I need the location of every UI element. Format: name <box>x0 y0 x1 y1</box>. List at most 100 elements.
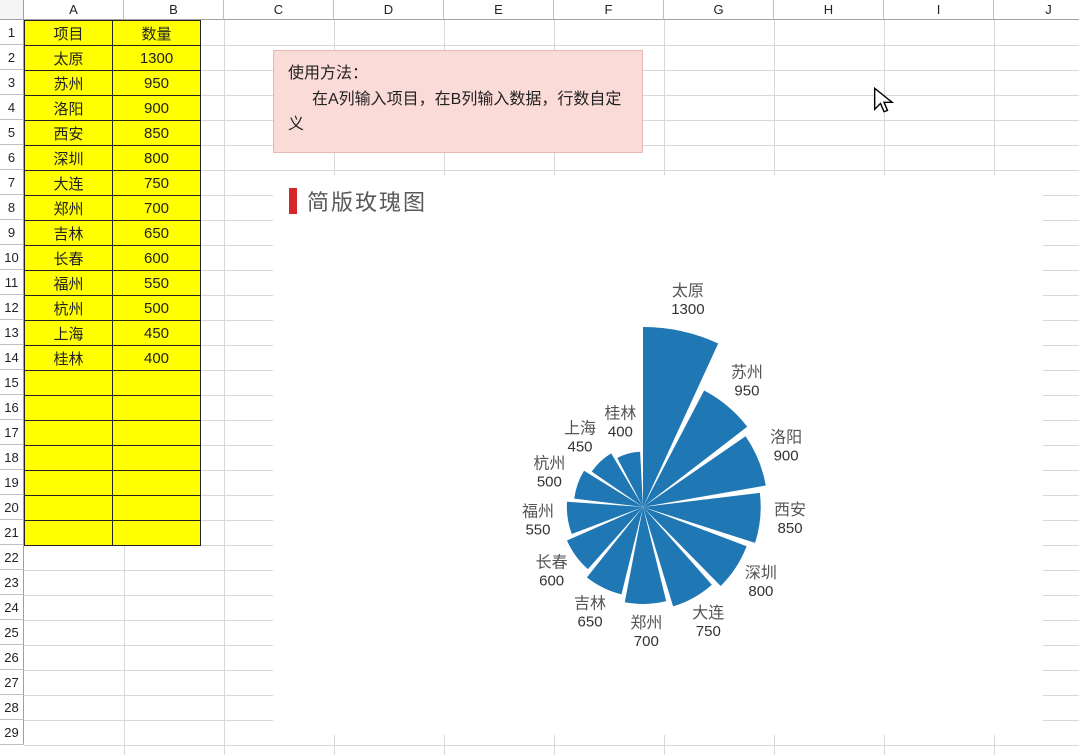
cell-name[interactable]: 长春 <box>25 246 113 271</box>
row-header-28[interactable]: 28 <box>0 695 24 720</box>
cell-value[interactable]: 450 <box>113 321 201 346</box>
col-header-F[interactable]: F <box>554 0 664 20</box>
row-header-9[interactable]: 9 <box>0 220 24 245</box>
cell-empty[interactable] <box>25 521 113 546</box>
row-header-23[interactable]: 23 <box>0 570 24 595</box>
cell-value[interactable]: 800 <box>113 146 201 171</box>
col-header-G[interactable]: G <box>664 0 774 20</box>
row-header-14[interactable]: 14 <box>0 345 24 370</box>
col-header-B[interactable]: B <box>124 0 224 20</box>
col-header-I[interactable]: I <box>884 0 994 20</box>
cell-empty[interactable] <box>25 471 113 496</box>
row-header-27[interactable]: 27 <box>0 670 24 695</box>
chart-title-row: 简版玫瑰图 <box>273 175 1043 217</box>
cell-name[interactable]: 福州 <box>25 271 113 296</box>
col-header-A[interactable]: A <box>24 0 124 20</box>
cell-name[interactable]: 上海 <box>25 321 113 346</box>
row-header-10[interactable]: 10 <box>0 245 24 270</box>
cell-value[interactable]: 700 <box>113 196 201 221</box>
cell-name[interactable]: 苏州 <box>25 71 113 96</box>
chart-title: 简版玫瑰图 <box>307 185 427 217</box>
cell-empty[interactable] <box>113 496 201 521</box>
cell-value[interactable]: 600 <box>113 246 201 271</box>
row-header-4[interactable]: 4 <box>0 95 24 120</box>
slice-label: 吉林 <box>574 595 606 613</box>
cell-value[interactable]: 850 <box>113 121 201 146</box>
cell-value[interactable]: 950 <box>113 71 201 96</box>
slice-value: 950 <box>734 382 759 399</box>
col-header-E[interactable]: E <box>444 0 554 20</box>
row-header-1[interactable]: 1 <box>0 20 24 45</box>
row-header-2[interactable]: 2 <box>0 45 24 70</box>
cell-empty[interactable] <box>25 396 113 421</box>
slice-value: 1300 <box>671 301 704 318</box>
slice-value: 800 <box>748 583 773 600</box>
slice-label: 长春 <box>536 554 568 572</box>
cell-empty[interactable] <box>113 421 201 446</box>
slice-value: 550 <box>525 522 550 539</box>
row-header-13[interactable]: 13 <box>0 320 24 345</box>
cell-name[interactable]: 杭州 <box>25 296 113 321</box>
row-header-24[interactable]: 24 <box>0 595 24 620</box>
row-header-16[interactable]: 16 <box>0 395 24 420</box>
row-header-5[interactable]: 5 <box>0 120 24 145</box>
row-header-25[interactable]: 25 <box>0 620 24 645</box>
cell-name[interactable]: 郑州 <box>25 196 113 221</box>
cell-value[interactable]: 650 <box>113 221 201 246</box>
cell-value[interactable]: 550 <box>113 271 201 296</box>
col-header-D[interactable]: D <box>334 0 444 20</box>
cell-name[interactable]: 洛阳 <box>25 96 113 121</box>
cell-name[interactable]: 深圳 <box>25 146 113 171</box>
cursor-icon <box>870 86 898 114</box>
row-header-29[interactable]: 29 <box>0 720 24 745</box>
data-table[interactable]: 项目 数量 太原1300苏州950洛阳900西安850深圳800大连750郑州7… <box>24 20 201 546</box>
select-all-corner[interactable] <box>0 0 24 20</box>
header-item[interactable]: 项目 <box>25 21 113 46</box>
slice-value: 600 <box>539 573 564 590</box>
row-header-7[interactable]: 7 <box>0 170 24 195</box>
instructions-body: 在A列输入项目，在B列输入数据，行数自定义 <box>288 87 628 138</box>
row-header-6[interactable]: 6 <box>0 145 24 170</box>
row-header-3[interactable]: 3 <box>0 70 24 95</box>
cell-empty[interactable] <box>25 421 113 446</box>
col-header-H[interactable]: H <box>774 0 884 20</box>
cell-name[interactable]: 桂林 <box>25 346 113 371</box>
cell-name[interactable]: 大连 <box>25 171 113 196</box>
col-header-C[interactable]: C <box>224 0 334 20</box>
cell-empty[interactable] <box>25 496 113 521</box>
cell-name[interactable]: 西安 <box>25 121 113 146</box>
cell-empty[interactable] <box>113 471 201 496</box>
slice-value: 450 <box>567 439 592 456</box>
cell-empty[interactable] <box>113 396 201 421</box>
cell-value[interactable]: 400 <box>113 346 201 371</box>
row-header-18[interactable]: 18 <box>0 445 24 470</box>
chart-panel[interactable]: 简版玫瑰图 太原1300苏州950洛阳900西安850深圳800大连750郑州7… <box>273 175 1043 735</box>
cell-value[interactable]: 1300 <box>113 46 201 71</box>
cell-value[interactable]: 900 <box>113 96 201 121</box>
cell-empty[interactable] <box>113 446 201 471</box>
row-header-15[interactable]: 15 <box>0 370 24 395</box>
row-header-20[interactable]: 20 <box>0 495 24 520</box>
slice-label: 杭州 <box>533 454 565 472</box>
col-header-J[interactable]: J <box>994 0 1079 20</box>
cell-empty[interactable] <box>25 371 113 396</box>
cell-name[interactable]: 吉林 <box>25 221 113 246</box>
row-header-19[interactable]: 19 <box>0 470 24 495</box>
cell-value[interactable]: 500 <box>113 296 201 321</box>
row-header-12[interactable]: 12 <box>0 295 24 320</box>
cell-empty[interactable] <box>25 446 113 471</box>
cell-empty[interactable] <box>113 371 201 396</box>
cell-value[interactable]: 750 <box>113 171 201 196</box>
row-header-21[interactable]: 21 <box>0 520 24 545</box>
row-header-17[interactable]: 17 <box>0 420 24 445</box>
row-header-11[interactable]: 11 <box>0 270 24 295</box>
row-header-22[interactable]: 22 <box>0 545 24 570</box>
row-header-8[interactable]: 8 <box>0 195 24 220</box>
cell-empty[interactable] <box>113 521 201 546</box>
slice-label: 太原 <box>672 282 704 300</box>
header-qty[interactable]: 数量 <box>113 21 201 46</box>
slice-label: 深圳 <box>745 564 777 582</box>
cell-name[interactable]: 太原 <box>25 46 113 71</box>
row-header-26[interactable]: 26 <box>0 645 24 670</box>
slice-value: 400 <box>608 424 633 441</box>
